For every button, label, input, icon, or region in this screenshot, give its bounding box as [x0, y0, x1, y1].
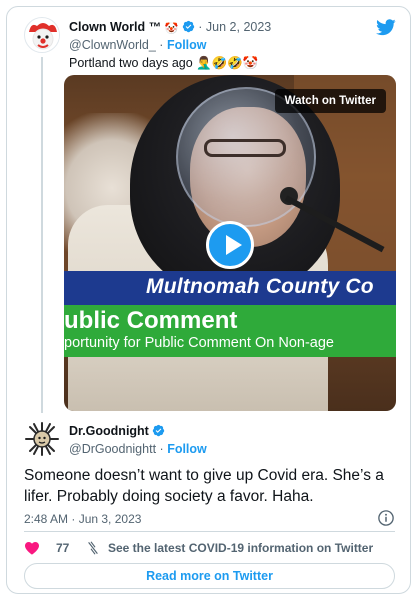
- heart-icon[interactable]: [24, 541, 40, 555]
- goodnight-avatar-icon: [25, 422, 59, 456]
- video-glasses: [204, 139, 286, 157]
- quoted-display-name[interactable]: Clown World ™: [69, 20, 161, 34]
- main-display-name[interactable]: Dr.Goodnight: [69, 424, 149, 438]
- quoted-handle-row: @ClownWorld_ · Follow: [69, 37, 207, 53]
- divider: [24, 531, 395, 532]
- follow-separator: ·: [159, 38, 164, 52]
- clown-avatar-icon: [26, 19, 59, 52]
- info-icon[interactable]: [377, 509, 395, 527]
- main-follow-link[interactable]: Follow: [167, 442, 207, 456]
- verified-icon: [153, 424, 165, 437]
- quoted-tweet-text: Portland two days ago 🤦‍♂️🤣🤣🤡: [69, 56, 259, 70]
- thread-connector-line: [41, 57, 43, 413]
- chyron-blue-text: Multnomah County Co: [146, 275, 374, 298]
- quoted-tweet-header: Clown World ™ 🤡 · Jun 2, 2023: [69, 19, 370, 37]
- main-tweet-timestamp[interactable]: 2:48 AM · Jun 3, 2023: [24, 511, 141, 527]
- main-handle-row: @DrGoodnightt · Follow: [69, 441, 207, 457]
- verified-icon: [182, 20, 194, 33]
- embedded-tweet-card: Clown World ™ 🤡 · Jun 2, 2023 @ClownWorl…: [6, 6, 411, 594]
- video-player[interactable]: Multnomah County Co ublic Comment portun…: [64, 75, 396, 411]
- twitter-logo-icon[interactable]: [376, 19, 396, 36]
- main-tweet-text: Someone doesn’t want to give up Covid er…: [24, 467, 384, 505]
- follow-separator: ·: [159, 442, 164, 456]
- covid-info-link[interactable]: See the latest COVID-19 information on T…: [108, 539, 373, 557]
- goodnight-avatar[interactable]: [24, 421, 60, 457]
- covid-info-icon: [88, 541, 98, 555]
- main-author-row: Dr.Goodnight: [69, 423, 165, 439]
- read-more-button[interactable]: Read more on Twitter: [24, 563, 395, 589]
- quoted-follow-link[interactable]: Follow: [167, 38, 207, 52]
- clown-world-avatar[interactable]: [24, 17, 60, 53]
- play-icon[interactable]: [206, 221, 254, 269]
- chyron-green-subtitle: portunity for Public Comment On Non-age: [64, 335, 334, 351]
- watch-on-twitter-button[interactable]: Watch on Twitter: [274, 89, 386, 113]
- quoted-date[interactable]: · Jun 2, 2023: [198, 20, 271, 34]
- chyron-green-title: ublic Comment: [64, 307, 238, 334]
- main-handle[interactable]: @DrGoodnightt: [69, 442, 156, 456]
- quoted-handle[interactable]: @ClownWorld_: [69, 38, 156, 52]
- quoted-name-emoji: 🤡: [164, 23, 179, 35]
- like-count[interactable]: 77: [56, 539, 69, 557]
